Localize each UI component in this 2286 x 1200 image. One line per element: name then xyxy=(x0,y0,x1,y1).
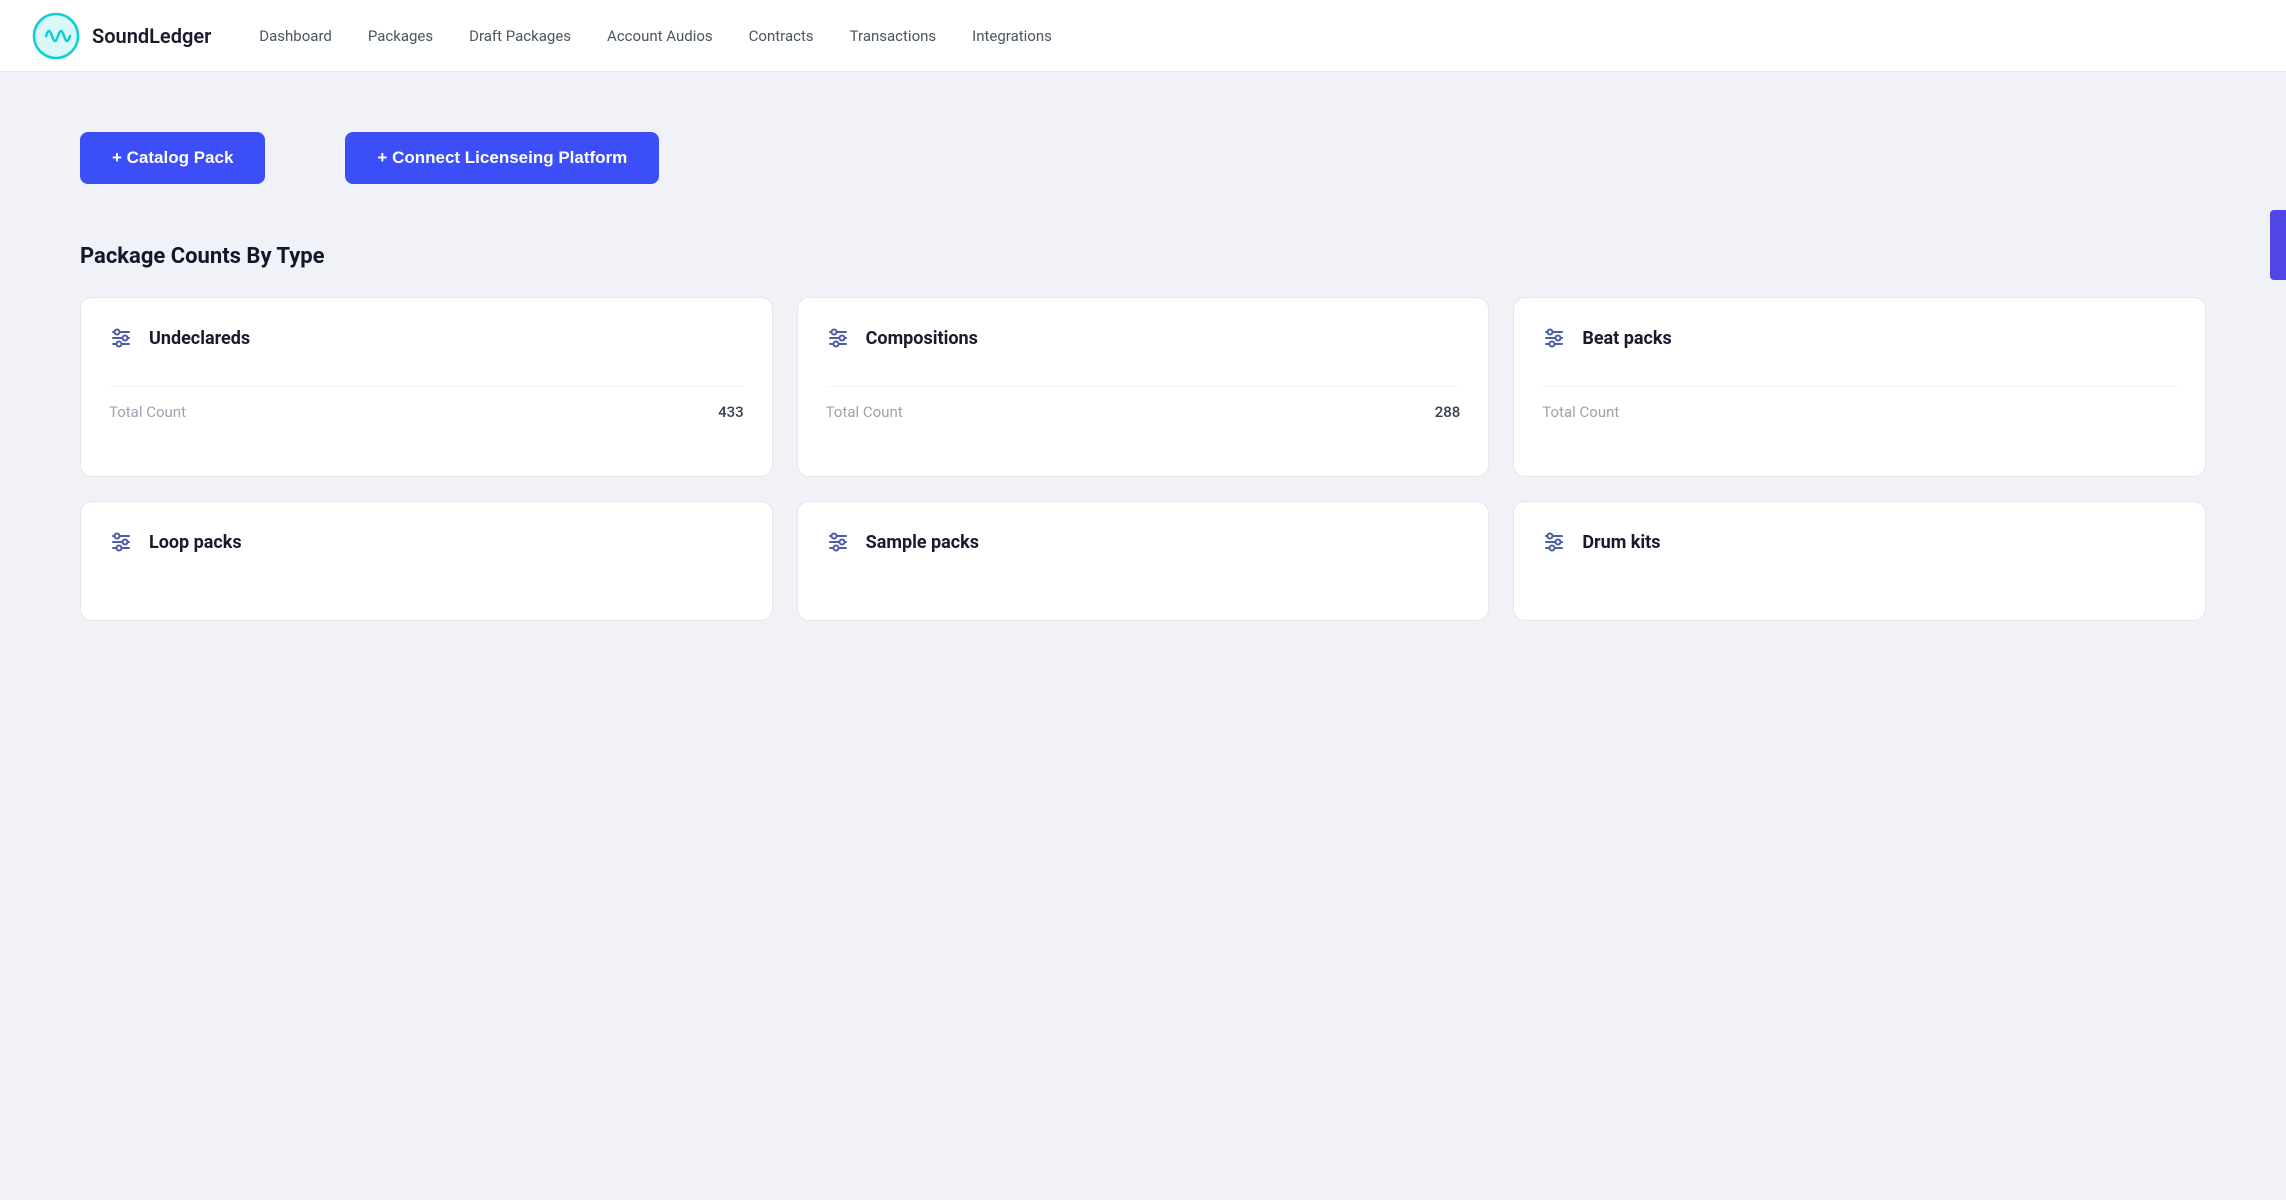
sliders-icon-sample-packs xyxy=(826,530,850,554)
card-footer-undeclareds: Total Count 433 xyxy=(109,386,744,421)
nav-item-dashboard[interactable]: Dashboard xyxy=(259,27,332,45)
card-header-loop-packs: Loop packs xyxy=(109,530,744,554)
action-row: + Catalog Pack + Connect Licenseing Plat… xyxy=(80,132,2206,184)
sliders-icon-loop-packs xyxy=(109,530,133,554)
brand-logo-icon xyxy=(32,12,80,60)
card-compositions: Compositions Total Count 288 xyxy=(797,297,1490,477)
card-title-drum-kits: Drum kits xyxy=(1582,532,1660,553)
card-title-undeclareds: Undeclareds xyxy=(149,328,250,349)
card-title-loop-packs: Loop packs xyxy=(149,532,242,553)
card-drum-kits: Drum kits xyxy=(1513,501,2206,621)
card-footer-compositions: Total Count 288 xyxy=(826,386,1461,421)
card-footer-beat-packs: Total Count xyxy=(1542,386,2177,421)
sliders-icon-beat-packs xyxy=(1542,326,1566,350)
card-header-sample-packs: Sample packs xyxy=(826,530,1461,554)
card-header-undeclareds: Undeclareds xyxy=(109,326,744,350)
sliders-icon-undeclareds xyxy=(109,326,133,350)
connect-platform-button[interactable]: + Connect Licenseing Platform xyxy=(345,132,659,184)
nav-item-transactions[interactable]: Transactions xyxy=(850,27,937,45)
corner-strip[interactable] xyxy=(2270,210,2286,280)
catalog-pack-button[interactable]: + Catalog Pack xyxy=(80,132,265,184)
sliders-icon-compositions xyxy=(826,326,850,350)
nav-item-contracts[interactable]: Contracts xyxy=(749,27,814,45)
brand: SoundLedger xyxy=(32,12,211,60)
card-header-compositions: Compositions xyxy=(826,326,1461,350)
card-sample-packs: Sample packs xyxy=(797,501,1490,621)
card-label-compositions: Total Count xyxy=(826,403,903,421)
card-label-undeclareds: Total Count xyxy=(109,403,186,421)
card-label-beat-packs: Total Count xyxy=(1542,403,1619,421)
card-title-beat-packs: Beat packs xyxy=(1582,328,1671,349)
nav-item-draft-packages[interactable]: Draft Packages xyxy=(469,27,571,45)
nav-item-account-audios[interactable]: Account Audios xyxy=(607,27,713,45)
card-count-compositions: 288 xyxy=(1435,403,1461,421)
card-undeclareds: Undeclareds Total Count 433 xyxy=(80,297,773,477)
cards-row-2: Loop packs Sample packs xyxy=(80,501,2206,621)
nav-item-integrations[interactable]: Integrations xyxy=(972,27,1052,45)
card-header-beat-packs: Beat packs xyxy=(1542,326,2177,350)
sliders-icon-drum-kits xyxy=(1542,530,1566,554)
main-content: + Catalog Pack + Connect Licenseing Plat… xyxy=(0,72,2286,701)
card-beat-packs: Beat packs Total Count xyxy=(1513,297,2206,477)
card-header-drum-kits: Drum kits xyxy=(1542,530,2177,554)
card-loop-packs: Loop packs xyxy=(80,501,773,621)
package-counts-section: Package Counts By Type Undeclareds xyxy=(80,244,2206,621)
nav-links: Dashboard Packages Draft Packages Accoun… xyxy=(259,26,1052,45)
nav-item-packages[interactable]: Packages xyxy=(368,27,433,45)
brand-name: SoundLedger xyxy=(92,24,211,48)
navbar: SoundLedger Dashboard Packages Draft Pac… xyxy=(0,0,2286,72)
card-title-compositions: Compositions xyxy=(866,328,978,349)
card-title-sample-packs: Sample packs xyxy=(866,532,979,553)
card-count-undeclareds: 433 xyxy=(718,403,744,421)
cards-row-1: Undeclareds Total Count 433 xyxy=(80,297,2206,477)
section-title: Package Counts By Type xyxy=(80,244,2206,269)
